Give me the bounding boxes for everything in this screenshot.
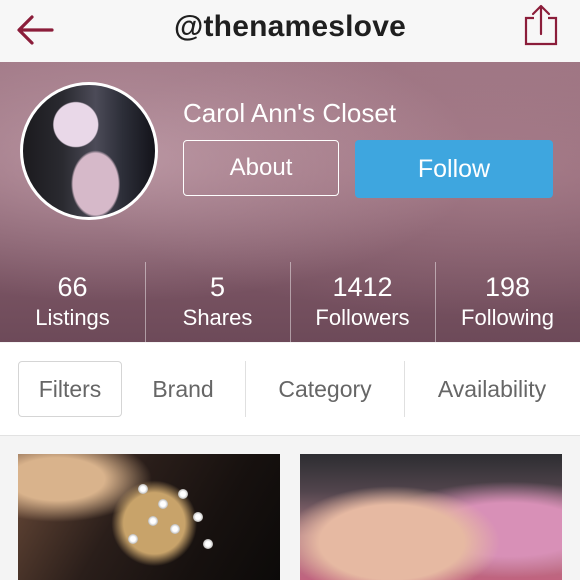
stat-value: 66 xyxy=(57,272,88,302)
stat-label: Following xyxy=(461,305,554,330)
gem-detail xyxy=(203,539,213,549)
store-name: Carol Ann's Closet xyxy=(183,98,397,128)
gem-detail xyxy=(193,512,203,522)
stat-label: Followers xyxy=(315,305,410,330)
stat-value: 1412 xyxy=(332,272,393,302)
gem-detail xyxy=(170,524,180,534)
filters-button[interactable]: Filters xyxy=(18,361,122,417)
gem-detail xyxy=(178,489,188,499)
stat-label: Shares xyxy=(182,305,253,330)
top-nav-bar: @thenameslove xyxy=(0,0,580,63)
gem-detail xyxy=(138,484,148,494)
filter-bar: Filters Brand Category Availability xyxy=(0,343,580,436)
follow-button[interactable]: Follow xyxy=(355,140,553,198)
divider xyxy=(245,361,246,417)
gem-detail xyxy=(128,534,138,544)
gem-detail xyxy=(158,499,168,509)
stat-label: Listings xyxy=(35,305,110,330)
stat-value: 5 xyxy=(209,272,226,302)
stat-listings[interactable]: 66 Listings xyxy=(0,262,145,342)
stat-followers[interactable]: 1412 Followers xyxy=(290,262,435,342)
listing-image-hand[interactable] xyxy=(300,454,562,580)
stats-row: 66 Listings 5 Shares 1412 Followers 198 … xyxy=(0,262,580,342)
stat-shares[interactable]: 5 Shares xyxy=(145,262,290,342)
tab-availability[interactable]: Availability xyxy=(412,361,572,417)
gem-detail xyxy=(148,516,158,526)
tab-brand[interactable]: Brand xyxy=(130,361,236,417)
share-icon[interactable] xyxy=(522,4,560,46)
stat-value: 198 xyxy=(484,272,531,302)
profile-header: Carol Ann's Closet About Follow 66 Listi… xyxy=(0,62,580,342)
tab-category[interactable]: Category xyxy=(252,361,398,417)
divider xyxy=(404,361,405,417)
avatar[interactable] xyxy=(20,82,158,220)
page-title: @thenameslove xyxy=(174,10,406,43)
stat-following[interactable]: 198 Following xyxy=(435,262,580,342)
about-button[interactable]: About xyxy=(183,140,339,196)
listing-image-ring[interactable] xyxy=(18,454,280,580)
